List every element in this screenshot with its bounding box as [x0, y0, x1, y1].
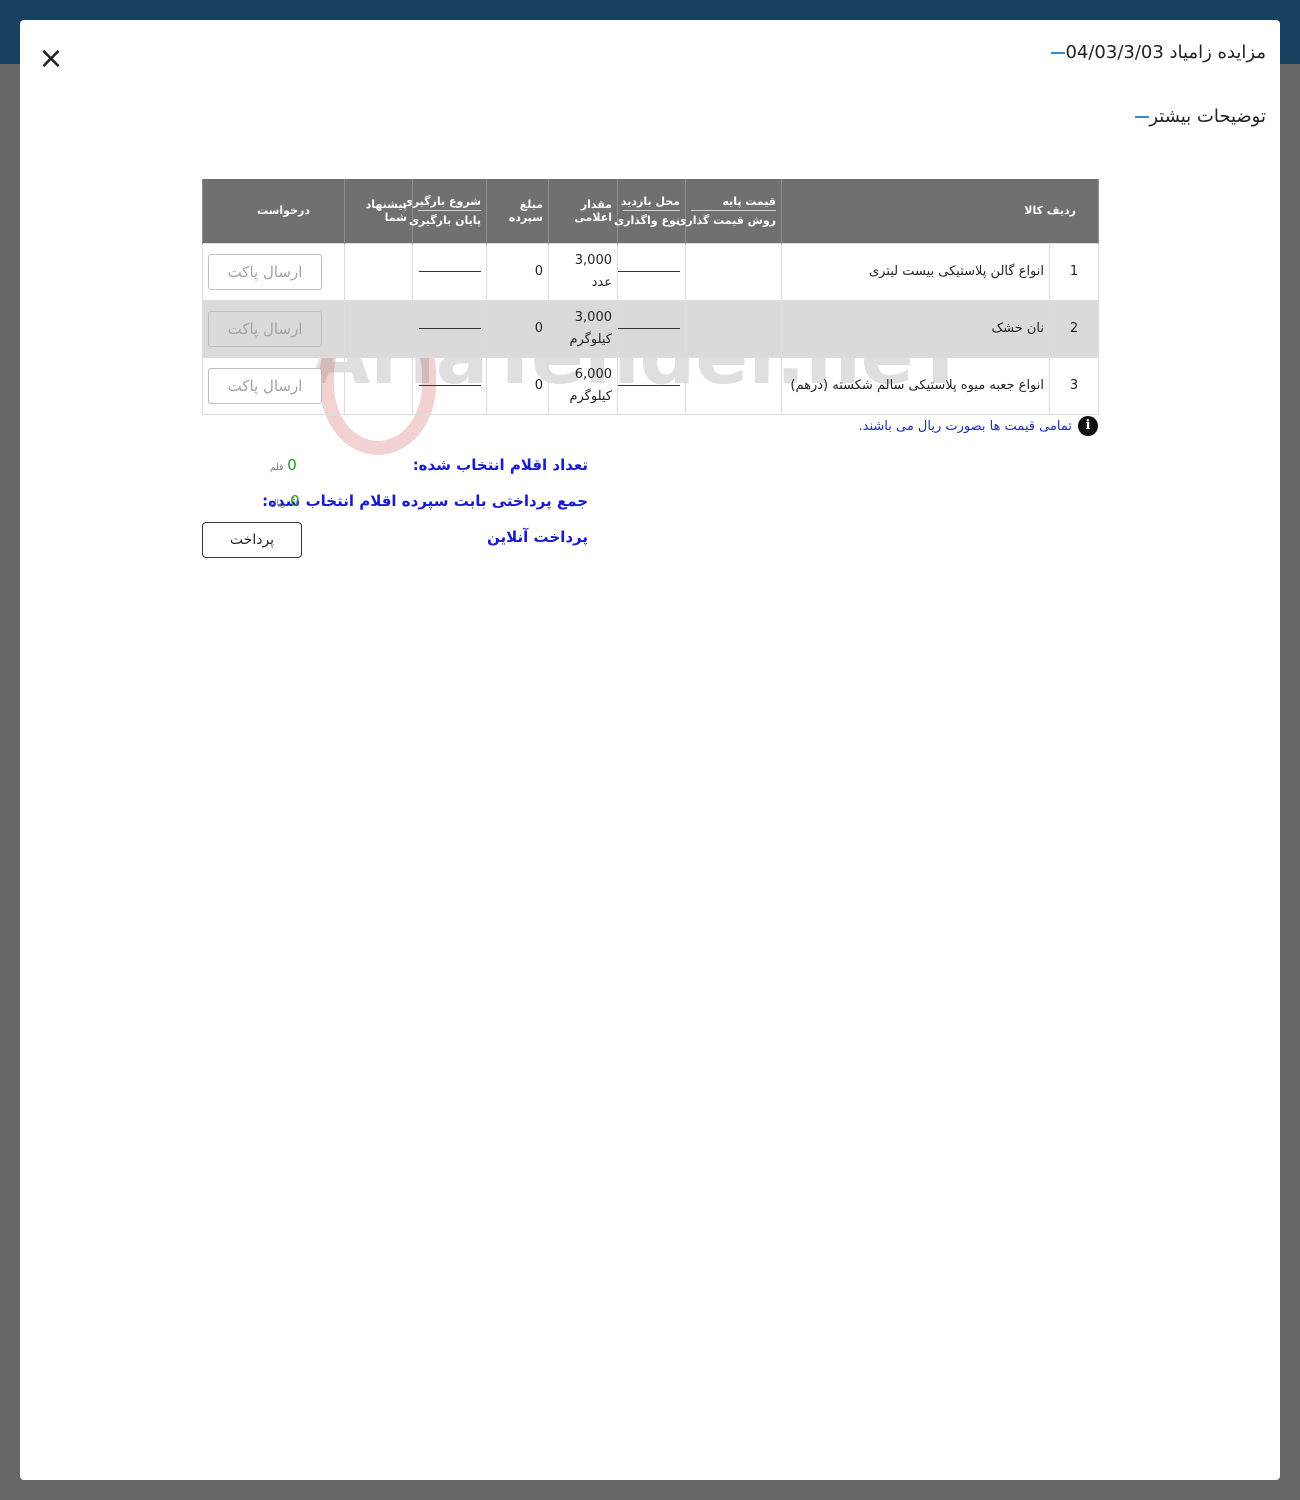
- modal-title: مزایده زامیاد 04/03/3/03: [1041, 42, 1266, 63]
- header-your-offer: پیشنهاد شما: [344, 179, 413, 243]
- row-visit: [617, 242, 686, 301]
- row-number: 2: [1049, 299, 1100, 358]
- header-base-price: قیمت پایه روش قیمت گذاری: [676, 179, 782, 243]
- close-icon[interactable]: ×: [38, 44, 64, 74]
- table-row: 3 انواع جعبه میوه پلاستیکی سالم شکسته (د…: [202, 356, 1100, 415]
- row-request: ارسال پاکت: [202, 356, 345, 415]
- deposit-total-label: جمع پرداختی بابت سپرده اقلام انتخاب شده:: [262, 492, 588, 510]
- selected-count-label: تعداد اقلام انتخاب شده:: [412, 456, 588, 474]
- items-table-wrapper: ردیف کالا قیمت پایه روش قیمت گذاری محل ب…: [202, 179, 1100, 415]
- auction-modal: × مزایده زامیاد 04/03/3/03 توضیحات بیشتر…: [20, 20, 1280, 1480]
- currency-note: i تمامی قیمت ها بصورت ریال می باشند.: [858, 416, 1098, 436]
- row-base-price: [685, 356, 782, 415]
- row-deposit: 0: [486, 242, 549, 301]
- send-envelope-button[interactable]: ارسال پاکت: [208, 367, 322, 404]
- title-dash-icon: [1051, 51, 1066, 54]
- row-loading: [412, 242, 487, 301]
- header-row-item: ردیف کالا: [780, 179, 1100, 243]
- header-loading: شروع بارگیری پایان بارگیری: [403, 179, 487, 243]
- currency-note-text: تمامی قیمت ها بصورت ریال می باشند.: [858, 418, 1073, 434]
- send-envelope-button[interactable]: ارسال پاکت: [208, 310, 322, 347]
- header-deposit: مبلغ سپرده: [486, 179, 549, 243]
- details-section-text: توضیحات بیشتر: [1149, 106, 1266, 127]
- row-visit: [617, 299, 686, 358]
- items-table: ردیف کالا قیمت پایه روش قیمت گذاری محل ب…: [202, 179, 1100, 415]
- empty-dash: [419, 385, 481, 386]
- empty-dash: [419, 271, 481, 272]
- selected-count-value: 0قلم: [270, 456, 297, 474]
- row-offer: [344, 299, 413, 358]
- row-number: 1: [1049, 242, 1100, 301]
- row-request: ارسال پاکت: [202, 299, 345, 358]
- section-dash-icon: [1135, 115, 1150, 118]
- deposit-total-value: 0ریال: [270, 492, 300, 510]
- row-item-name: نان خشک: [780, 299, 1051, 358]
- empty-dash: [419, 328, 481, 329]
- online-payment-label: پرداخت آنلاین: [486, 528, 588, 546]
- details-section-title[interactable]: توضیحات بیشتر: [1125, 106, 1266, 127]
- row-loading: [412, 356, 487, 415]
- row-offer: [344, 242, 413, 301]
- row-deposit: 0: [486, 299, 549, 358]
- empty-dash: [618, 328, 680, 329]
- header-quantity: مقدار اعلامی: [548, 179, 618, 243]
- row-loading: [412, 299, 487, 358]
- info-icon: i: [1078, 416, 1098, 436]
- row-visit: [617, 356, 686, 415]
- row-quantity: 6,000 کیلوگرم: [548, 356, 618, 415]
- header-request: درخواست: [202, 179, 345, 243]
- pay-button[interactable]: پرداخت: [202, 522, 302, 558]
- table-header-row: ردیف کالا قیمت پایه روش قیمت گذاری محل ب…: [202, 179, 1100, 243]
- row-quantity: 3,000 عدد: [548, 242, 618, 301]
- row-deposit: 0: [486, 356, 549, 415]
- row-number: 3: [1049, 356, 1100, 415]
- table-row: 1 انواع گالن پلاستیکی بیست لیتری 3,000 عد…: [202, 242, 1100, 301]
- empty-dash: [618, 385, 680, 386]
- empty-dash: [618, 271, 680, 272]
- send-envelope-button[interactable]: ارسال پاکت: [208, 253, 322, 290]
- header-visit-location: محل بازدید نوع واگذاری: [614, 179, 686, 243]
- row-offer: [344, 356, 413, 415]
- row-item-name: انواع جعبه میوه پلاستیکی سالم شکسته (دره…: [780, 356, 1051, 415]
- table-row: 2 نان خشک 3,000 کیلوگرم 0 ارسال پاکت: [202, 299, 1100, 358]
- row-base-price: [685, 299, 782, 358]
- row-quantity: 3,000 کیلوگرم: [548, 299, 618, 358]
- row-base-price: [685, 242, 782, 301]
- row-request: ارسال پاکت: [202, 242, 345, 301]
- row-item-name: انواع گالن پلاستیکی بیست لیتری: [780, 242, 1051, 301]
- modal-title-text: مزایده زامیاد 04/03/3/03: [1065, 42, 1266, 63]
